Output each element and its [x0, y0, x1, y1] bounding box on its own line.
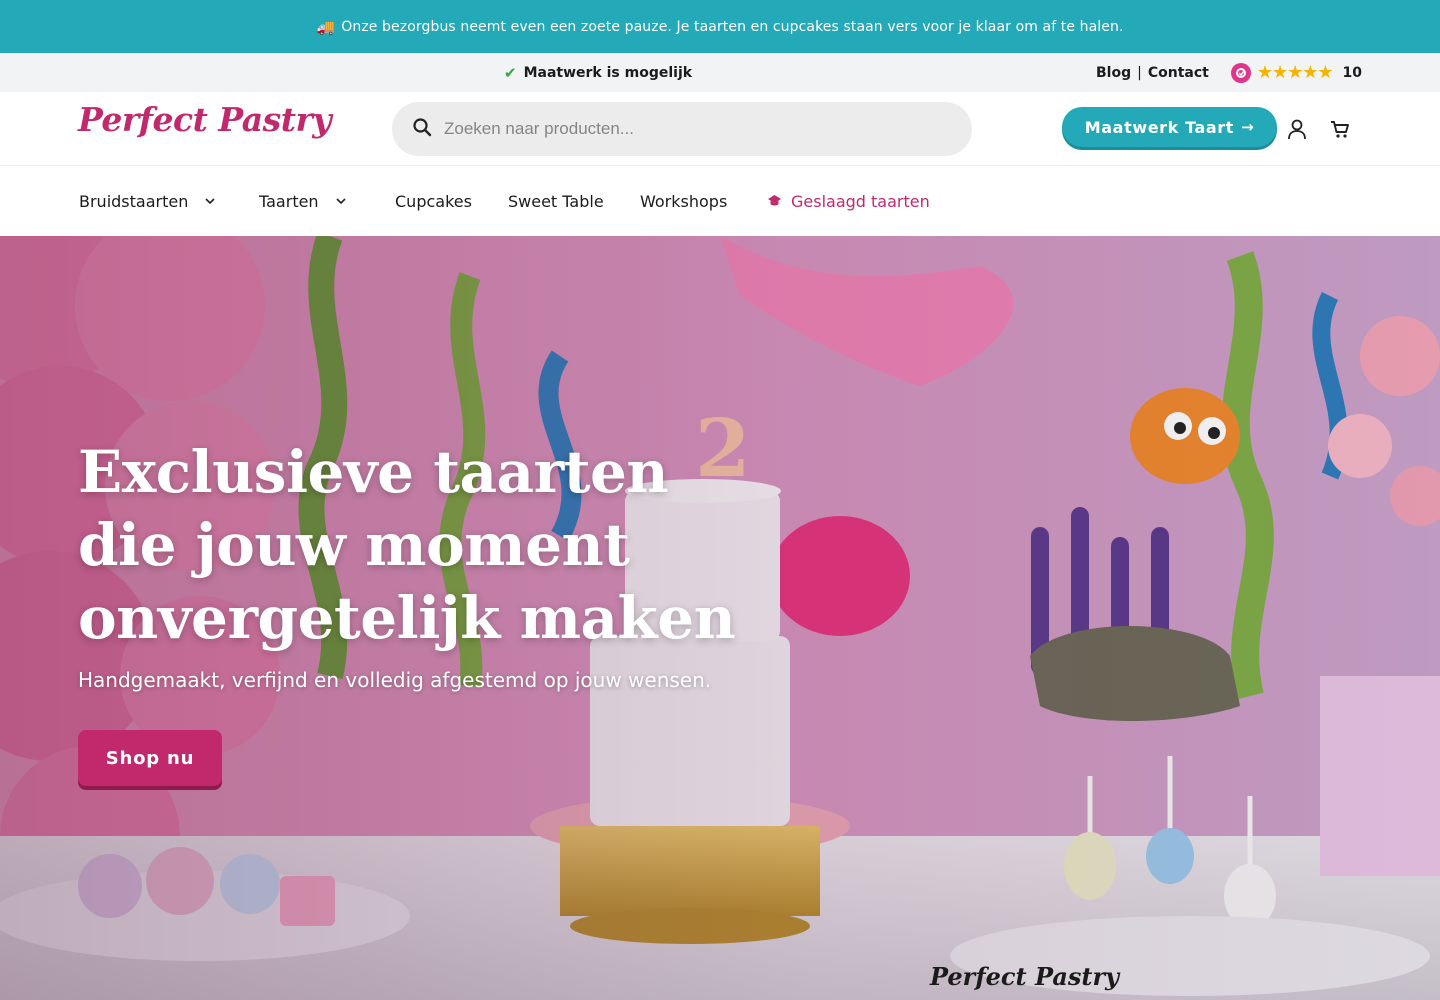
cta-label: Maatwerk Taart — [1084, 117, 1235, 137]
nav-item-label: Cupcakes — [395, 191, 472, 211]
maatwerk-taart-button[interactable]: Maatwerk Taart → — [1062, 107, 1277, 147]
hero-title: Exclusieve taarten die jouw moment onver… — [78, 438, 736, 652]
nav-item-label: Bruidstaarten — [79, 191, 189, 211]
hero-watermark-logo: Perfect Pastry — [930, 962, 1120, 991]
main-navigation: Bruidstaarten Taarten Cupcakes Sweet Tab… — [0, 166, 1440, 236]
search-bar[interactable] — [392, 102, 972, 156]
cart-icon[interactable] — [1328, 117, 1352, 141]
truck-icon: 🚚 — [316, 17, 336, 36]
review-rating[interactable]: ★★★★★ 10 — [1230, 62, 1362, 83]
usp-item: ✔ Maatwerk is mogelijk — [504, 53, 692, 92]
link-separator: | — [1137, 64, 1142, 81]
nav-item-label: Geslaagd taarten — [791, 191, 930, 211]
nav-item-cupcakes[interactable]: Cupcakes — [395, 166, 472, 236]
kiyoh-logo-icon — [1230, 62, 1251, 83]
search-input[interactable] — [444, 119, 924, 139]
nav-item-geslaagd-taarten[interactable]: Geslaagd taarten — [767, 166, 930, 236]
hero-banner: 2 Exclusieve taarten die jouw moment onv… — [0, 236, 1440, 1000]
chevron-down-icon — [204, 197, 216, 205]
announcement-bar: 🚚 Onze bezorgbus neemt even een zoete pa… — [0, 0, 1440, 53]
graduation-cap-icon — [767, 194, 782, 208]
utility-links: Blog | Contact ★★★★★ 10 — [1096, 53, 1362, 92]
nav-item-label: Taarten — [259, 191, 319, 211]
hero-subtitle: Handgemaakt, verfijnd en volledig afgest… — [78, 668, 712, 692]
account-icon[interactable] — [1285, 117, 1309, 141]
nav-item-label: Sweet Table — [508, 191, 604, 211]
nav-item-label: Workshops — [640, 191, 728, 211]
check-icon: ✔ — [504, 63, 517, 82]
usp-text: Maatwerk is mogelijk — [523, 64, 693, 81]
site-logo[interactable]: Perfect Pastry — [78, 100, 332, 139]
announcement-text: Onze bezorgbus neemt even een zoete pauz… — [341, 18, 1124, 35]
utility-bar: ✔ Maatwerk is mogelijk Blog | Contact ★★… — [0, 53, 1440, 92]
contact-link[interactable]: Contact — [1148, 65, 1209, 81]
site-header: Perfect Pastry Maatwerk Taart → — [0, 92, 1440, 166]
nav-item-sweet-table[interactable]: Sweet Table — [508, 166, 604, 236]
nav-item-workshops[interactable]: Workshops — [640, 166, 727, 236]
shop-now-button[interactable]: Shop nu — [78, 730, 222, 786]
search-icon — [412, 117, 432, 141]
nav-item-bruidstaarten[interactable]: Bruidstaarten — [79, 166, 216, 236]
rating-score: 10 — [1342, 64, 1362, 81]
arrow-right-icon: → — [1241, 118, 1255, 136]
blog-link[interactable]: Blog — [1096, 65, 1131, 81]
star-rating-icon: ★★★★★ — [1256, 62, 1334, 83]
nav-item-taarten[interactable]: Taarten — [259, 166, 347, 236]
chevron-down-icon — [335, 197, 347, 205]
